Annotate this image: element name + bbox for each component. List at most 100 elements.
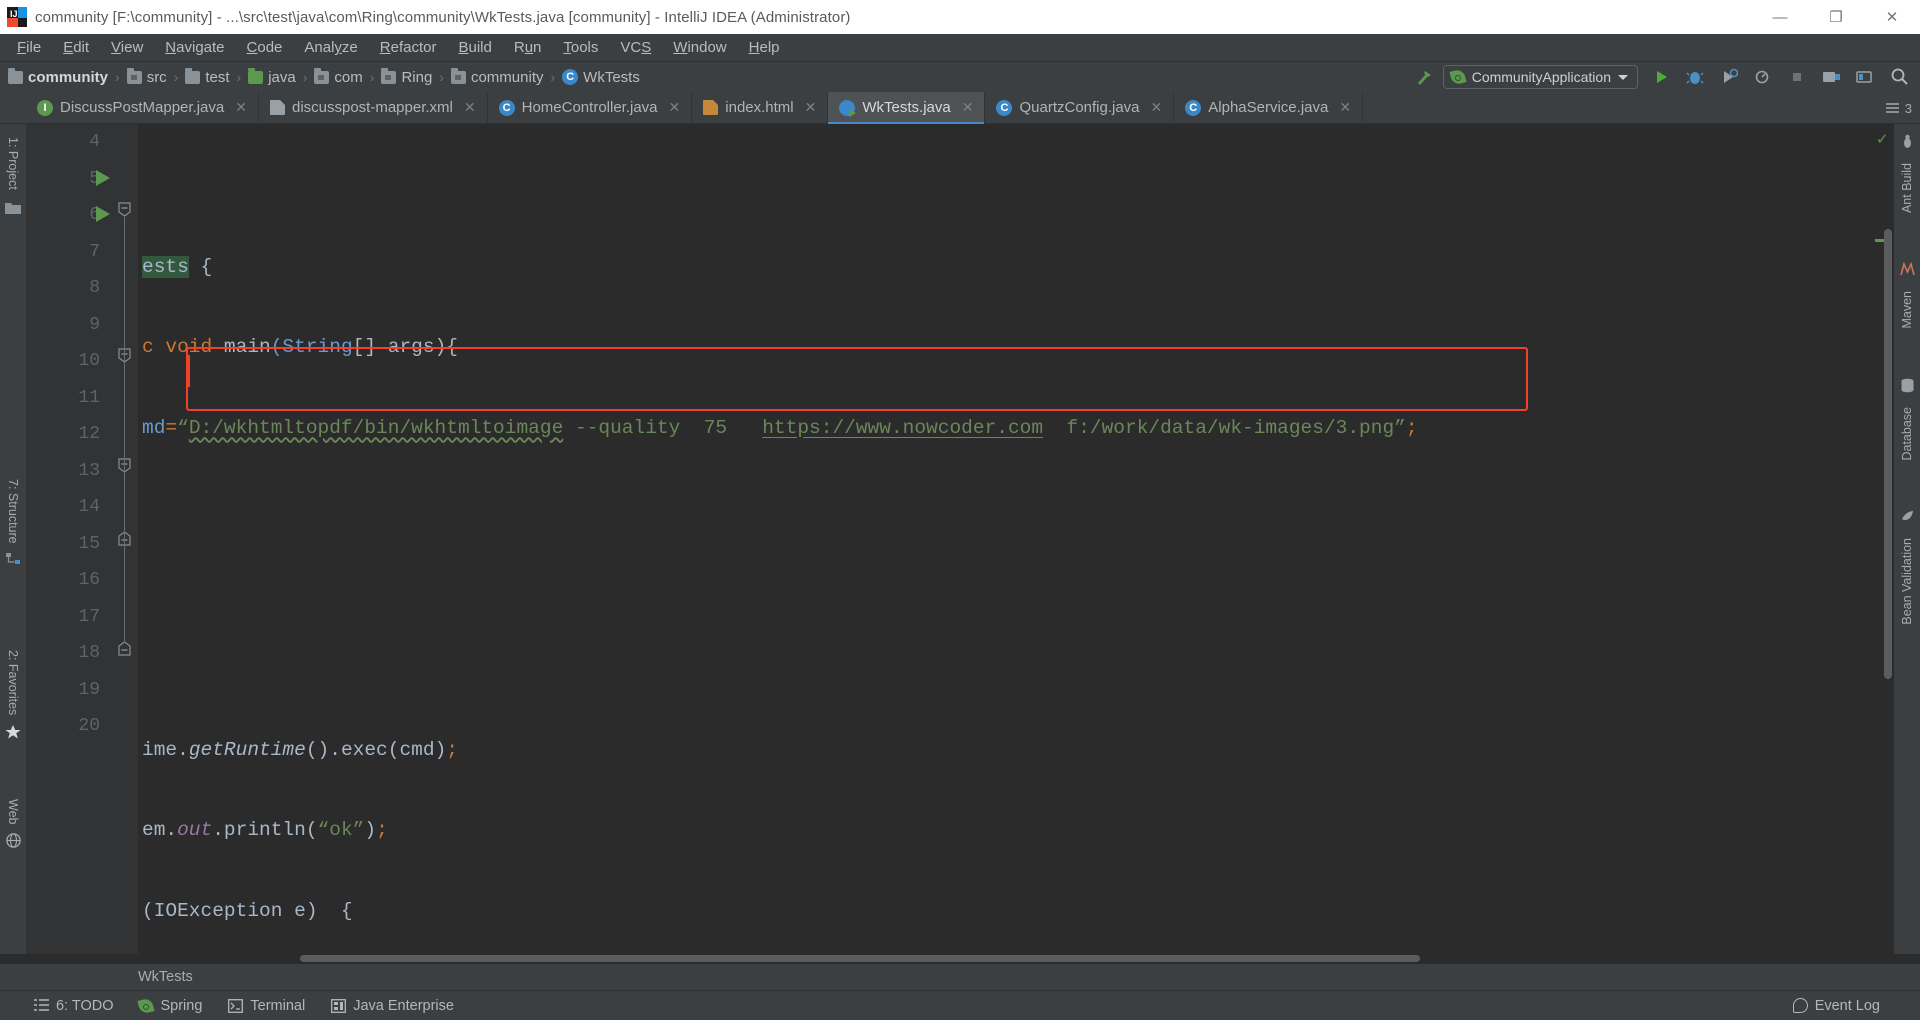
tab-QuartzConfig.java[interactable]: C QuartzConfig.java ✕ [985, 92, 1175, 123]
debug-button[interactable] [1680, 64, 1710, 90]
maximize-button[interactable]: ❐ [1808, 0, 1864, 34]
breadcrumb-item-community-root[interactable]: community [8, 67, 109, 86]
sidebar-item-maven[interactable]: Maven [1896, 284, 1918, 336]
breadcrumb-item-ring[interactable]: Ring [381, 67, 432, 86]
run-method-gutter-icon[interactable] [96, 206, 110, 222]
stop-button[interactable] [1782, 64, 1812, 90]
menu-item-window[interactable]: Window [662, 36, 737, 59]
breadcrumb-item-src[interactable]: src [126, 67, 167, 86]
code-string-close: ” [1394, 416, 1406, 439]
tab-overflow-count: 3 [1904, 100, 1912, 116]
bottom-window-todo[interactable]: 6: TODO [34, 998, 113, 1014]
menu-item-navigate[interactable]: Navigate [154, 36, 235, 59]
menu-item-code[interactable]: Code [236, 36, 294, 59]
tab-WkTests.java[interactable]: WkTests.java ✕ [828, 92, 986, 124]
code-text-area[interactable]: ests { c void main(String[] args){ md=“D… [138, 124, 1872, 954]
menu-item-vcs[interactable]: VCS [609, 36, 662, 59]
horizontal-scrollbar-track[interactable] [0, 954, 1920, 964]
html-file-icon [703, 100, 719, 115]
inspection-ok-icon[interactable]: ✓ [1876, 130, 1889, 148]
ant-build-icon[interactable] [1900, 134, 1915, 154]
spring-leaf-icon [137, 996, 156, 1015]
minimize-button[interactable]: — [1752, 0, 1808, 34]
menu-item-file[interactable]: File [6, 36, 52, 59]
tab-HomeController.java[interactable]: C HomeController.java ✕ [488, 92, 693, 123]
structure-tool-icon[interactable] [5, 552, 21, 571]
breadcrumb-item-community-pkg[interactable]: community [450, 67, 544, 86]
close-icon[interactable]: ✕ [669, 99, 681, 116]
profile-button[interactable] [1748, 64, 1778, 90]
menu-item-tools[interactable]: Tools [552, 36, 609, 59]
update-project-button[interactable] [1816, 64, 1846, 90]
tab-AlphaService.java[interactable]: C AlphaService.java ✕ [1174, 92, 1364, 123]
event-log-icon [1792, 998, 1808, 1013]
editor-file-breadcrumb[interactable]: WkTests [0, 964, 1920, 990]
settings-button[interactable] [1850, 64, 1880, 90]
close-icon[interactable]: ✕ [1339, 99, 1351, 116]
line-number: 4 [89, 132, 100, 153]
sidebar-item-web[interactable]: Web [2, 792, 24, 831]
test-folder-icon [185, 67, 201, 84]
sidebar-item-database[interactable]: Database [1896, 400, 1918, 468]
fold-end-icon[interactable] [117, 641, 132, 657]
build-hammer-icon[interactable] [1409, 64, 1439, 90]
close-icon[interactable]: ✕ [1151, 99, 1163, 116]
horizontal-scrollbar-thumb[interactable] [300, 955, 1420, 962]
menu-item-help[interactable]: Help [738, 36, 791, 59]
breadcrumb-separator: › [115, 69, 120, 85]
right-tool-window-strip: Ant Build Maven Database Bean Validation [1894, 124, 1920, 954]
run-class-gutter-icon[interactable] [96, 170, 110, 186]
search-everywhere-icon[interactable] [1884, 64, 1914, 90]
tool-window-label: 2: Favorites [6, 650, 20, 716]
close-icon[interactable]: ✕ [464, 99, 476, 116]
close-icon[interactable]: ✕ [962, 99, 974, 116]
fold-collapse-icon[interactable] [117, 202, 132, 217]
code-string-url[interactable]: https://www.nowcoder.com [762, 417, 1043, 439]
bottom-window-spring[interactable]: Spring [137, 996, 202, 1015]
tab-overflow-control[interactable]: 3 [1885, 92, 1912, 124]
maven-icon[interactable] [1899, 261, 1915, 282]
run-configuration-selector[interactable]: CommunityApplication [1442, 65, 1638, 89]
run-with-coverage-button[interactable] [1714, 64, 1744, 90]
tab-DiscussPostMapper.java[interactable]: I DiscussPostMapper.java ✕ [26, 92, 259, 123]
sidebar-item-favorites[interactable]: 2: Favorites [2, 643, 24, 722]
sidebar-item-project[interactable]: 1: Project [2, 130, 24, 197]
event-log-button[interactable]: Event Log [1792, 998, 1880, 1014]
package-folder-icon [381, 67, 397, 84]
source-root-folder-icon [248, 67, 264, 84]
breadcrumb-item-java[interactable]: java [248, 67, 296, 86]
code-editor[interactable]: 4 5 6 7 8 9 10 11 12 13 14 15 16 17 18 1… [26, 124, 1894, 954]
menu-item-view[interactable]: View [100, 36, 154, 59]
run-button[interactable] [1646, 64, 1676, 90]
editor-marker-bar[interactable]: ✓ [1872, 124, 1894, 954]
vertical-scrollbar[interactable] [1884, 229, 1892, 679]
menu-item-refactor[interactable]: Refactor [369, 36, 448, 59]
breadcrumb-label: community [28, 68, 109, 86]
breadcrumb-item-com[interactable]: com [314, 67, 363, 86]
sidebar-item-structure[interactable]: 7: Structure [2, 472, 24, 551]
favorites-star-icon[interactable] [5, 724, 21, 745]
project-tool-icon[interactable] [5, 201, 21, 220]
menu-item-build[interactable]: Build [447, 36, 502, 59]
editor-gutter[interactable]: 4 5 6 7 8 9 10 11 12 13 14 15 16 17 18 1… [26, 124, 138, 954]
menu-item-edit[interactable]: Edit [52, 36, 100, 59]
database-icon[interactable] [1900, 378, 1915, 398]
menu-item-run[interactable]: Run [503, 36, 553, 59]
breadcrumb-item-wktests[interactable]: C WkTests [562, 69, 640, 86]
sidebar-item-bean-validation[interactable]: Bean Validation [1896, 531, 1918, 632]
breadcrumb-item-test[interactable]: test [185, 67, 230, 86]
tab-discusspost-mapper.xml[interactable]: discusspost-mapper.xml ✕ [259, 92, 488, 123]
sidebar-item-ant-build[interactable]: Ant Build [1896, 156, 1918, 220]
bottom-window-java-enterprise[interactable]: Java Enterprise [331, 998, 454, 1014]
web-globe-icon[interactable] [5, 833, 21, 853]
breadcrumb-separator: › [550, 69, 556, 85]
breadcrumb-label: src [146, 68, 167, 86]
menu-item-analyze[interactable]: Analyze [293, 36, 368, 59]
close-button[interactable]: ✕ [1864, 0, 1920, 34]
tab-index.html[interactable]: index.html ✕ [692, 92, 829, 123]
close-icon[interactable]: ✕ [235, 99, 247, 116]
bottom-window-terminal[interactable]: Terminal [228, 998, 305, 1014]
bean-validation-icon[interactable] [1900, 509, 1915, 529]
close-icon[interactable]: ✕ [805, 99, 817, 116]
